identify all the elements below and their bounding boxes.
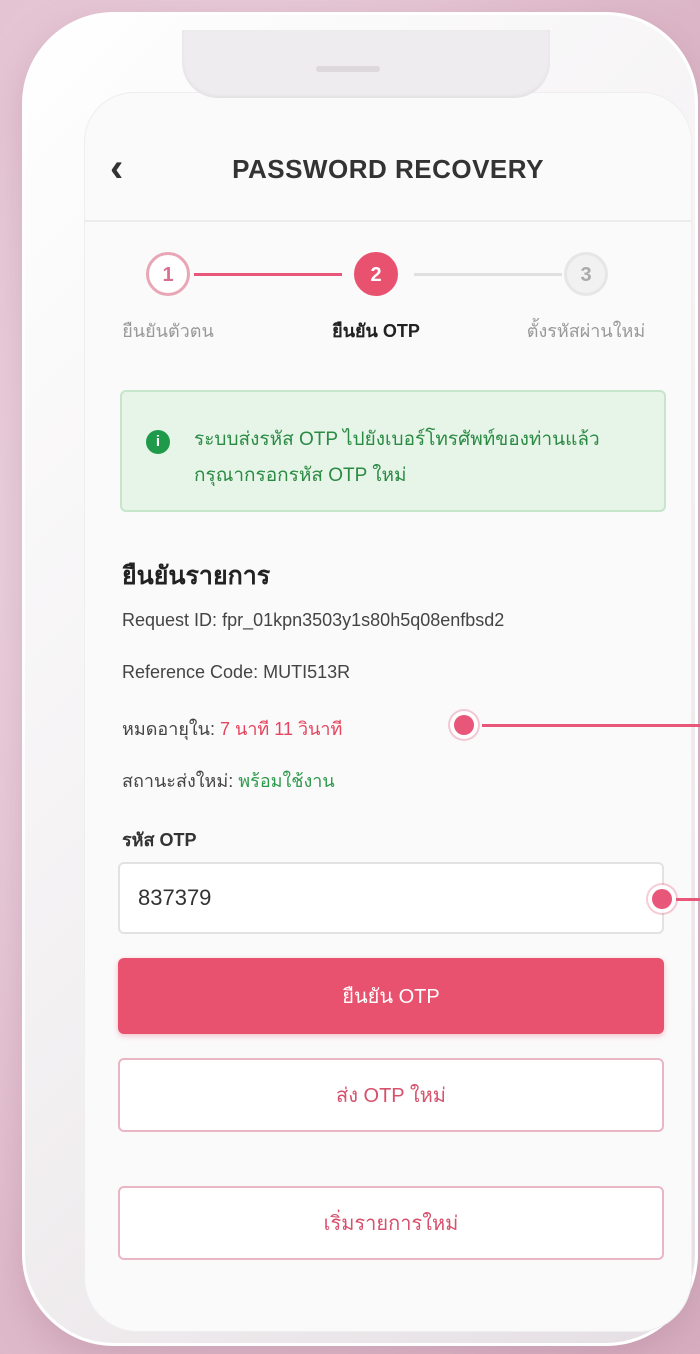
alert-message: ระบบส่งรหัส OTP ไปยังเบอร์โทรศัพท์ของท่า… (194, 429, 600, 486)
countdown-row: หมดอายุใน: 7 นาที 11 วินาที (122, 714, 342, 743)
resend-status-value: พร้อมใช้งาน (238, 771, 335, 791)
otp-input-callout-dot (652, 889, 672, 909)
countdown-callout-line (482, 724, 700, 727)
reference-code-label: Reference Code: (122, 662, 259, 682)
otp-callout-line (676, 898, 700, 901)
step-3-label: ตั้งรหัสผ่านใหม่ (526, 321, 646, 341)
request-id-label: Request ID: (122, 610, 218, 630)
page-title: PASSWORD RECOVERY (232, 154, 544, 184)
app-screen: ‹ PASSWORD RECOVERY 1 2 3 ยืนยันตัวตน ยื… (84, 92, 692, 1332)
reference-code-value: MUTI513R (263, 662, 351, 682)
reference-code-row: Reference Code: MUTI513R (122, 662, 350, 683)
request-id-value: fpr_01kpn3503y1s80h5q08enfbsd2 (222, 610, 505, 630)
otp-input[interactable] (118, 862, 664, 934)
otp-sent-alert: i ระบบส่งรหัส OTP ไปยังเบอร์โทรศัพท์ของท… (120, 390, 666, 512)
countdown-value: 7 นาที 11 วินาที (220, 719, 343, 739)
step-3-circle: 3 (564, 252, 608, 296)
otp-field-label: รหัส OTP (122, 830, 197, 850)
request-id-row: Request ID: fpr_01kpn3503y1s80h5q08enfbs… (122, 610, 504, 631)
restart-request-button[interactable]: เริ่มรายการใหม่ (118, 1186, 664, 1260)
countdown-callout-dot (454, 715, 474, 735)
phone-speaker (316, 66, 380, 72)
countdown-label: หมดอายุใน: (122, 719, 215, 739)
step-1-label: ยืนยันตัวตน (122, 321, 214, 341)
step-1-circle: 1 (146, 252, 190, 296)
progress-stepper: 1 2 3 ยืนยันตัวตน ยืนยัน OTP ตั้งรหัสผ่า… (84, 242, 692, 362)
step-2-circle: 2 (354, 252, 398, 296)
step-2-number: 2 (370, 264, 382, 286)
step-connector-1 (194, 273, 342, 276)
step-2-label: ยืนยัน OTP (332, 321, 420, 341)
step-1-number: 1 (162, 264, 174, 286)
step-3-number: 3 (580, 264, 592, 286)
section-title: ยืนยันรายการ (122, 562, 271, 590)
app-header: ‹ PASSWORD RECOVERY (84, 92, 692, 222)
resend-status-label: สถานะส่งใหม่: (122, 771, 234, 791)
step-connector-2 (414, 273, 562, 276)
info-circle-icon: i (146, 430, 170, 454)
resend-otp-button[interactable]: ส่ง OTP ใหม่ (118, 1058, 664, 1132)
resend-status-row: สถานะส่งใหม่: พร้อมใช้งาน (122, 766, 335, 795)
phone-notch (182, 30, 550, 98)
confirm-otp-button[interactable]: ยืนยัน OTP (118, 958, 664, 1034)
